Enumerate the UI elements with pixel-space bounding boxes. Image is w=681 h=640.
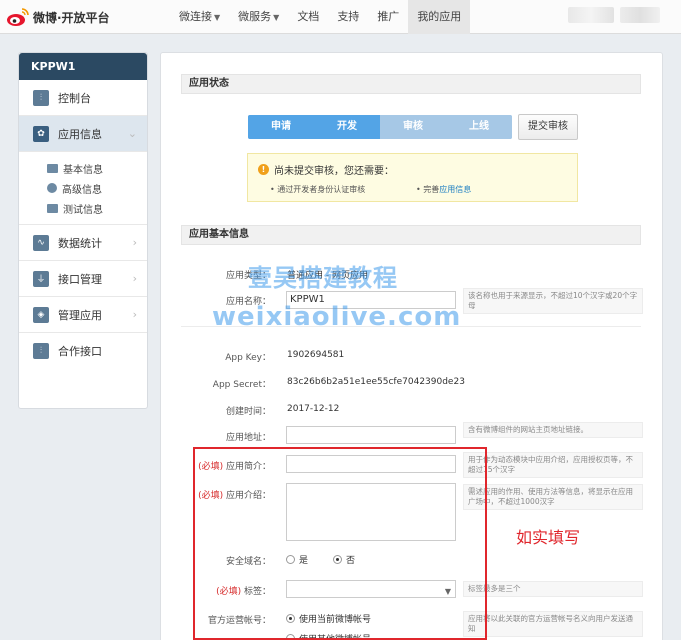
nav-weilianjie[interactable]: 微连接 ▼ bbox=[170, 0, 229, 34]
appsecret-label: App Secret： bbox=[212, 380, 271, 390]
sidebar-item-partner[interactable]: ⫶ 合作接口 bbox=[19, 333, 147, 369]
app-url-hint: 含有微博组件的网站主页地址链接。 bbox=[463, 422, 643, 438]
sidebar-item-label: 控制台 bbox=[58, 91, 91, 105]
notice-item-complete: • 完善应用信息 bbox=[416, 185, 472, 194]
intro-hint: 需述应用的作用、使用方法等信息，将显示在应用广场中，不超过1000汉字 bbox=[463, 484, 643, 510]
sidebar-subitem-label: 基本信息 bbox=[63, 164, 103, 176]
watermark-text-url: weixiaolive.com bbox=[212, 302, 462, 332]
user-avatar-blurred[interactable] bbox=[568, 7, 614, 23]
sidebar-item-label: 应用信息 bbox=[58, 127, 102, 141]
sidebar-app-name: KPPW1 bbox=[19, 53, 147, 80]
nav-promote[interactable]: 推广 bbox=[368, 0, 408, 34]
notice-box: ! 尚未提交审核，您还需要： • 通过开发者身份认证审核 • 完善应用信息 bbox=[247, 153, 578, 202]
section-title-status: 应用状态 bbox=[181, 74, 641, 94]
nav-support[interactable]: 支持 bbox=[328, 0, 368, 34]
step-develop: 开发 bbox=[314, 115, 380, 139]
plug-icon: ⏚ bbox=[33, 270, 49, 287]
chart-icon: ∿ bbox=[33, 234, 49, 251]
notice-title-text: 尚未提交审核，您还需要： bbox=[274, 166, 394, 177]
sidebar-item-label: 管理应用 bbox=[58, 308, 102, 322]
step-review: 审核 bbox=[380, 115, 446, 139]
notice-item-text: 通过开发者身份认证审核 bbox=[277, 185, 366, 194]
section-title-basic: 应用基本信息 bbox=[181, 225, 641, 245]
sidebar-subitems: 基本信息 高级信息 测试信息 bbox=[19, 152, 147, 225]
chevron-right-icon: › bbox=[132, 308, 137, 321]
weibo-logo[interactable]: 微博·开放平台 bbox=[6, 6, 110, 28]
highlight-box bbox=[193, 447, 487, 640]
brief-hint: 用于作为动态模块中应用介绍，应用授权页等，不超过15个汉字 bbox=[463, 452, 643, 478]
sidebar-subitem-advanced[interactable]: 高级信息 bbox=[47, 178, 147, 198]
step-online: 上线 bbox=[446, 115, 512, 139]
info-icon bbox=[47, 183, 57, 193]
nav-my-apps[interactable]: 我的应用 bbox=[408, 0, 471, 34]
chevron-down-icon: ▼ bbox=[273, 13, 280, 22]
sidebar-item-label: 合作接口 bbox=[58, 345, 102, 358]
submit-review-button[interactable]: 提交审核 bbox=[518, 114, 578, 140]
sidebar-subitem-test[interactable]: 测试信息 bbox=[47, 198, 147, 218]
user-card-icon bbox=[47, 203, 58, 213]
chevron-right-icon: › bbox=[132, 236, 137, 249]
weibo-logo-icon bbox=[7, 8, 29, 26]
nav-label: 文档 bbox=[297, 10, 320, 23]
app-url-input[interactable] bbox=[286, 426, 456, 444]
step-apply: 申请 bbox=[248, 115, 314, 139]
created-label: 创建时间： bbox=[225, 407, 271, 417]
appsecret-value: 83c26b6b2a51e1ee55cfe7042390de23 bbox=[287, 377, 465, 387]
sidebar-item-manage[interactable]: ◈ 管理应用 › bbox=[19, 297, 147, 333]
progress-steps: 申请 开发 审核 上线 bbox=[248, 115, 512, 139]
appkey-label: App Key： bbox=[225, 353, 271, 363]
sliders-icon: ⫶ bbox=[33, 343, 49, 359]
sidebar-item-label: 数据统计 bbox=[58, 236, 102, 250]
nav-weifuwu[interactable]: 微服务 ▼ bbox=[229, 0, 288, 34]
logo-text: 微博·开放平台 bbox=[33, 10, 110, 25]
app-name-hint: 该名称也用于来源显示，不超过10个汉字或20个字母 bbox=[463, 288, 643, 314]
tag-hint: 标签最多是三个 bbox=[463, 581, 643, 597]
id-card-icon bbox=[47, 163, 58, 173]
chevron-down-icon: ▼ bbox=[214, 13, 221, 22]
sidebar-subitem-label: 测试信息 bbox=[63, 204, 103, 216]
official-hint: 应用将以此关联的官方运营帐号名义向用户发送通知 bbox=[463, 611, 643, 637]
sidebar: KPPW1 ⫶ 控制台 ✿ 应用信息 ⌄ 基本信息 高级信息 测试信息 ∿ 数据… bbox=[18, 52, 148, 409]
chevron-down-icon: ⌄ bbox=[127, 127, 137, 140]
app-info-link[interactable]: 应用信息 bbox=[439, 185, 471, 194]
sliders-icon: ⫶ bbox=[33, 89, 49, 106]
nav-label: 支持 bbox=[337, 10, 360, 23]
nav-label: 推广 bbox=[377, 10, 400, 23]
watermark-text-cn: 壹吴搭建教程 bbox=[248, 264, 398, 292]
nav-label: 微服务 bbox=[238, 10, 272, 23]
nav-label: 我的应用 bbox=[417, 10, 462, 23]
gear-icon: ✿ bbox=[33, 125, 49, 142]
sidebar-subitem-basic[interactable]: 基本信息 bbox=[47, 158, 147, 178]
app-url-label: 应用地址： bbox=[225, 433, 271, 443]
warning-icon: ! bbox=[258, 164, 269, 175]
top-navbar: 微博·开放平台 微连接 ▼ 微服务 ▼ 文档 支持 推广 我的应用 bbox=[0, 0, 681, 34]
notice-item-identity[interactable]: • 通过开发者身份认证审核 bbox=[270, 184, 365, 195]
sidebar-item-label: 接口管理 bbox=[58, 272, 102, 286]
sidebar-item-app-info[interactable]: ✿ 应用信息 ⌄ bbox=[19, 116, 147, 152]
sidebar-item-stats[interactable]: ∿ 数据统计 › bbox=[19, 225, 147, 261]
sidebar-item-api[interactable]: ⏚ 接口管理 › bbox=[19, 261, 147, 297]
notice-item-text: 完善 bbox=[423, 185, 440, 194]
main-nav: 微连接 ▼ 微服务 ▼ 文档 支持 推广 我的应用 bbox=[170, 0, 471, 34]
created-value: 2017-12-12 bbox=[287, 404, 340, 414]
sidebar-item-console[interactable]: ⫶ 控制台 bbox=[19, 80, 147, 116]
nav-docs[interactable]: 文档 bbox=[288, 0, 328, 34]
layers-icon: ◈ bbox=[33, 306, 49, 323]
sidebar-subitem-label: 高级信息 bbox=[62, 184, 102, 196]
appkey-value: 1902694581 bbox=[287, 350, 345, 360]
annotation-note: 如实填写 bbox=[516, 528, 581, 547]
nav-label: 微连接 bbox=[179, 10, 212, 23]
user-menu-blurred[interactable] bbox=[620, 7, 660, 23]
notice-title: ! 尚未提交审核，您还需要： bbox=[258, 162, 394, 177]
chevron-right-icon: › bbox=[132, 272, 137, 285]
